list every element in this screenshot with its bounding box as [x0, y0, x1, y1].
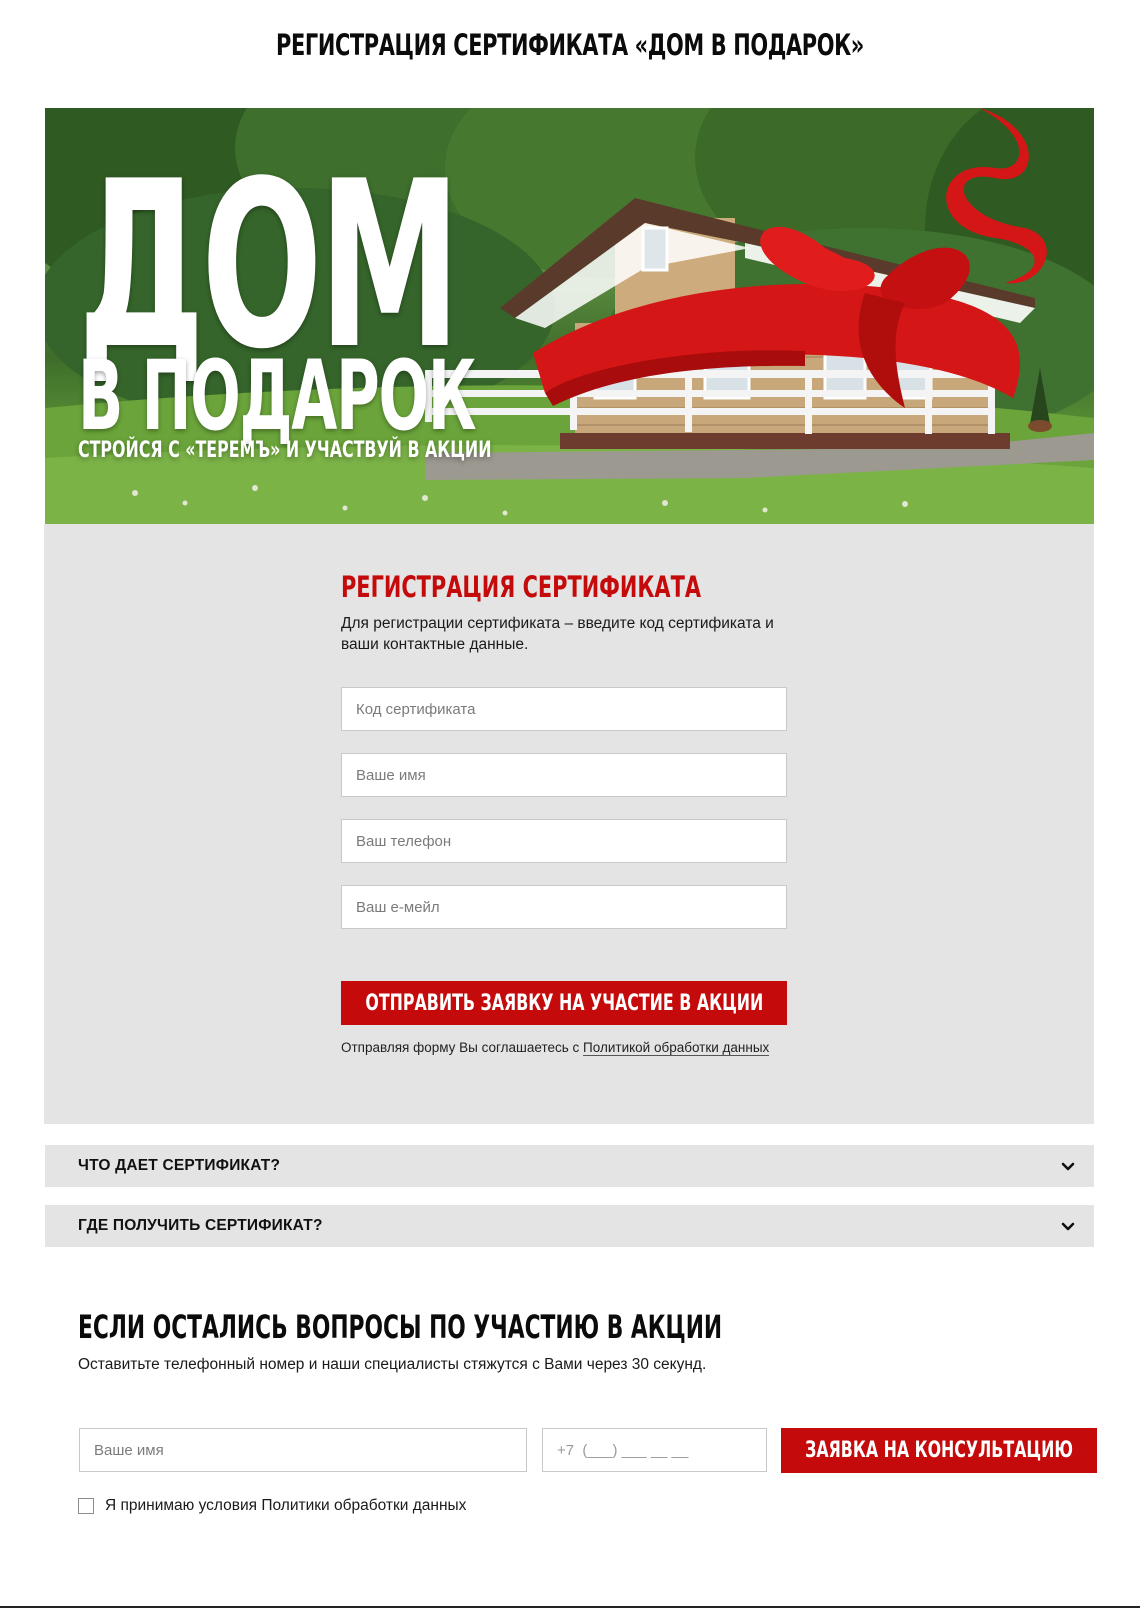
- consultation-request-button[interactable]: ЗАЯВКА НА КОНСУЛЬТАЦИЮ: [781, 1428, 1097, 1473]
- policy-consent-label: Я принимаю условия Политики обработки да…: [105, 1497, 467, 1514]
- faq-item-where-to-get[interactable]: ГДЕ ПОЛУЧИТЬ СЕРТИФИКАТ?: [45, 1205, 1094, 1247]
- submit-participation-button[interactable]: ОТПРАВИТЬ ЗАЯВКУ НА УЧАСТИЕ В АКЦИИ: [341, 981, 787, 1025]
- email-field[interactable]: [341, 885, 787, 929]
- name-field[interactable]: [341, 753, 787, 797]
- faq-item-label: ГДЕ ПОЛУЧИТЬ СЕРТИФИКАТ?: [78, 1217, 323, 1234]
- policy-consent-row: Я принимаю условия Политики обработки да…: [78, 1497, 466, 1515]
- faq-item-what-gives[interactable]: ЧТО ДАЕТ СЕРТИФИКАТ?: [45, 1145, 1094, 1187]
- registration-heading: РЕГИСТРАЦИЯ СЕРТИФИКАТА: [341, 570, 701, 604]
- page-title: РЕГИСТРАЦИЯ СЕРТИФИКАТА «ДОМ В ПОДАРОК»: [276, 28, 864, 62]
- privacy-policy-link[interactable]: Политикой обработки данных: [583, 1040, 770, 1056]
- consult-name-field[interactable]: [79, 1428, 527, 1472]
- phone-field[interactable]: [341, 819, 787, 863]
- promo-banner: ДОМ В ПОДАРОК СТРОЙСЯ С «ТЕРЕМЪ» И УЧАСТ…: [45, 108, 1094, 524]
- consult-description: Оставитьте телефонный номер и наши специ…: [78, 1356, 707, 1373]
- certificate-code-field[interactable]: [341, 687, 787, 731]
- policy-consent-checkbox[interactable]: [78, 1498, 94, 1514]
- consent-notice: Отправляя форму Вы соглашаетесь с Полити…: [341, 1040, 770, 1056]
- faq-item-label: ЧТО ДАЕТ СЕРТИФИКАТ?: [78, 1157, 281, 1174]
- banner-subtitle: СТРОЙСЯ С «ТЕРЕМЪ» И УЧАСТВУЙ В АКЦИИ: [78, 438, 492, 463]
- consent-text: Отправляя форму Вы соглашаетесь с: [341, 1040, 580, 1055]
- chevron-down-icon: [1061, 1162, 1075, 1171]
- consult-phone-field[interactable]: [542, 1428, 767, 1472]
- consultation-request-label: ЗАЯВКА НА КОНСУЛЬТАЦИЮ: [805, 1438, 1073, 1463]
- banner-title-line2: В ПОДАРОК: [78, 340, 477, 452]
- submit-participation-label: ОТПРАВИТЬ ЗАЯВКУ НА УЧАСТИЕ В АКЦИИ: [365, 990, 763, 1016]
- consult-heading: ЕСЛИ ОСТАЛИСЬ ВОПРОСЫ ПО УЧАСТИЮ В АКЦИИ: [78, 1308, 723, 1346]
- registration-description: Для регистрации сертификата – введите ко…: [341, 615, 774, 653]
- chevron-down-icon: [1061, 1222, 1075, 1231]
